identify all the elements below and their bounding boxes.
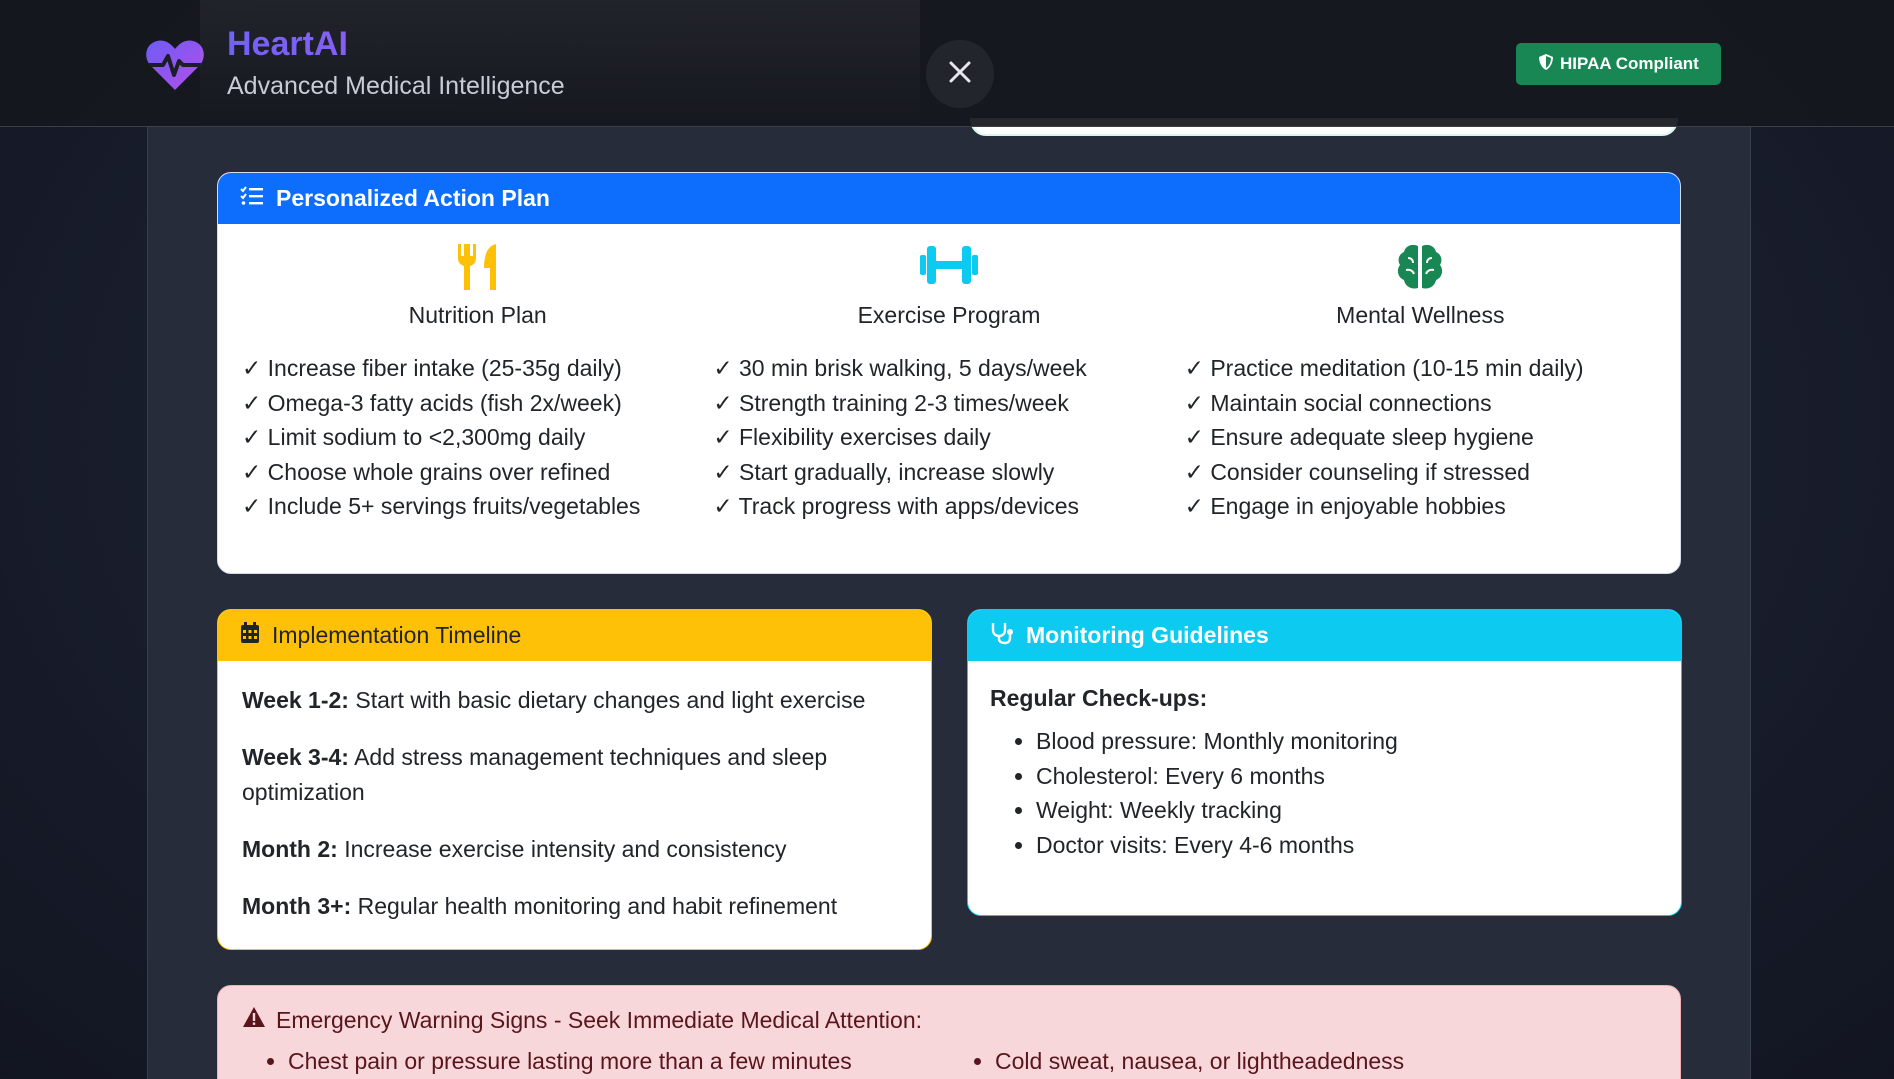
list-item: ✓ Choose whole grains over refined (242, 458, 611, 485)
monitoring-header: Monitoring Guidelines (968, 610, 1681, 661)
list-item: ✓ Flexibility exercises daily (713, 424, 991, 450)
timeline-header: Implementation Timeline (218, 610, 931, 661)
list-item: ✓ Maintain social connections (1184, 389, 1492, 416)
list-item: Chest pain or pressure lasting more than… (288, 1044, 949, 1078)
timeline-item-label: Week 1-2: (242, 687, 349, 713)
monitoring-subtitle: Regular Check-ups: (990, 685, 1208, 711)
warning-list-left: Chest pain or pressure lasting more than… (242, 1044, 949, 1078)
list-check-icon (240, 185, 264, 212)
timeline-item-text: Start with basic dietary changes and lig… (348, 687, 866, 713)
list-item: Weight: Weekly tracking (1036, 793, 1657, 828)
list-item: Cholesterol: Every 6 months (1036, 759, 1657, 794)
hipaa-badge: HIPAA Compliant (1516, 43, 1721, 85)
stethoscope-icon (990, 621, 1014, 651)
list-item: Doctor visits: Every 4-6 months (1036, 828, 1657, 863)
top-navbar: HeartAI Advanced Medical Intelligence HI… (0, 0, 1894, 127)
timeline-item: Week 3-4: Add stress management techniqu… (242, 740, 907, 810)
timeline-title: Implementation Timeline (272, 622, 522, 648)
mental-wellness-heading: Mental Wellness (1336, 302, 1505, 328)
calendar-icon (240, 621, 260, 650)
list-item: Cold sweat, nausea, or lightheadedness (995, 1044, 1656, 1078)
list-item: ✓ Ensure adequate sleep hygiene (1184, 424, 1534, 450)
action-plan-title: Personalized Action Plan (276, 185, 550, 211)
heart-pulse-icon (143, 32, 207, 96)
timeline-item-label: Month 3+: (242, 893, 352, 919)
brand-title: HeartAI (227, 24, 565, 64)
hipaa-badge-label: HIPAA Compliant (1560, 54, 1699, 73)
action-plan-card: Personalized Action Plan Nutrition Plan … (217, 172, 1681, 574)
dumbbell-icon (919, 242, 979, 296)
monitoring-list: Blood pressure: Monthly monitoring Chole… (990, 724, 1657, 862)
warning-list-right: Cold sweat, nausea, or lightheadedness (949, 1044, 1656, 1078)
warning-title: Emergency Warning Signs - Seek Immediate… (276, 1006, 922, 1033)
utensils-icon (456, 242, 500, 296)
timeline-item-text: Regular health monitoring and habit refi… (351, 893, 838, 919)
list-item: ✓ Start gradually, increase slowly (713, 458, 1055, 485)
list-item: ✓ Omega-3 fatty acids (fish 2x/week) (242, 389, 622, 416)
list-item: ✓ Strength training 2-3 times/week (713, 389, 1069, 416)
monitoring-title: Monitoring Guidelines (1026, 622, 1269, 648)
timeline-card: Implementation Timeline Week 1-2: Start … (217, 609, 932, 950)
shield-icon (1538, 53, 1554, 76)
brand[interactable]: HeartAI Advanced Medical Intelligence (143, 24, 565, 101)
timeline-item: Week 1-2: Start with basic dietary chang… (242, 683, 907, 718)
brand-subtitle: Advanced Medical Intelligence (227, 72, 565, 100)
list-item: ✓ Practice meditation (10-15 min daily) (1184, 355, 1584, 381)
close-icon (948, 60, 972, 89)
exercise-program-column: Exercise Program ✓ 30 min brisk walking,… (713, 242, 1184, 524)
action-plan-header: Personalized Action Plan (218, 173, 1680, 224)
nutrition-plan-column: Nutrition Plan ✓ Increase fiber intake (… (242, 242, 713, 524)
list-item: ✓ Track progress with apps/devices (713, 493, 1080, 519)
timeline-item: Month 3+: Regular health monitoring and … (242, 889, 907, 924)
warning-heading: Emergency Warning Signs - Seek Immediate… (242, 1006, 1656, 1034)
timeline-item-label: Week 3-4: (242, 744, 349, 770)
monitoring-card: Monitoring Guidelines Regular Check-ups:… (967, 609, 1682, 916)
nutrition-plan-heading: Nutrition Plan (408, 302, 547, 328)
timeline-item-label: Month 2: (242, 836, 338, 862)
timeline-item-text: Increase exercise intensity and consiste… (337, 836, 787, 862)
list-item: ✓ 30 min brisk walking, 5 days/week (713, 355, 1087, 381)
exercise-program-heading: Exercise Program (857, 302, 1041, 328)
list-item: Blood pressure: Monthly monitoring (1036, 724, 1657, 759)
warning-triangle-icon (242, 1006, 266, 1034)
mental-wellness-column: Mental Wellness ✓ Practice meditation (1… (1185, 242, 1656, 524)
list-item: ✓ Consider counseling if stressed (1184, 458, 1530, 485)
list-item: ✓ Increase fiber intake (25-35g daily) (242, 355, 622, 381)
list-item: ✓ Engage in enjoyable hobbies (1184, 493, 1506, 519)
emergency-warning-alert: Emergency Warning Signs - Seek Immediate… (217, 985, 1681, 1079)
list-item: ✓ Include 5+ servings fruits/vegetables (242, 493, 641, 519)
brain-icon (1396, 242, 1444, 296)
close-button[interactable] (926, 40, 994, 108)
timeline-item: Month 2: Increase exercise intensity and… (242, 832, 907, 867)
list-item: ✓ Limit sodium to <2,300mg daily (242, 424, 586, 450)
